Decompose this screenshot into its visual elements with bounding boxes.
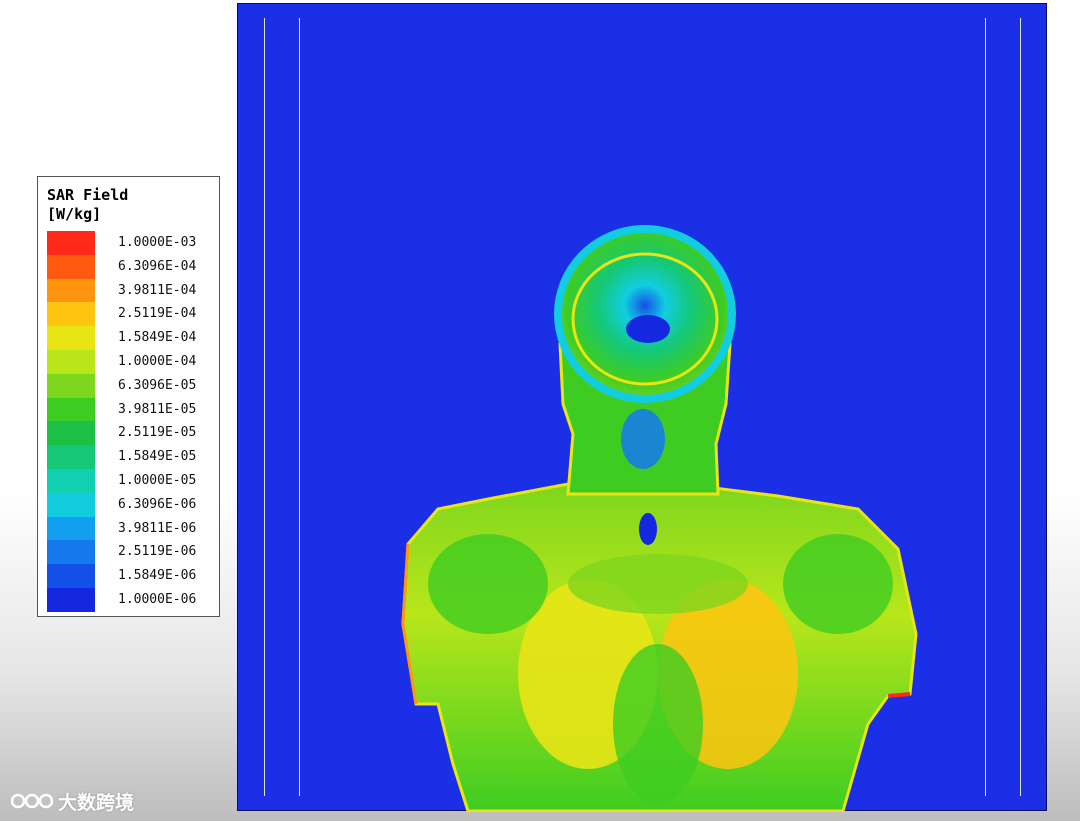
legend-label: 1.5849E-05: [118, 449, 197, 465]
trachea-region: [639, 513, 657, 545]
legend-label: 2.5119E-06: [118, 544, 197, 560]
legend-swatch: [47, 540, 95, 565]
legend-swatch: [47, 469, 95, 493]
legend-swatch: [47, 373, 95, 398]
legend-swatch: [47, 350, 95, 374]
legend-label: 1.0000E-03: [118, 235, 197, 250]
legend-swatch: [47, 254, 95, 279]
sar-field-legend: SAR Field [W/kg] 1.0000E-03 6.3096E-04 3.9…: [37, 176, 220, 617]
legend-label: 1.0000E-06: [118, 592, 197, 607]
watermark-logo-icon: [10, 793, 54, 809]
legend-title: SAR Field [W/kg]: [47, 186, 128, 224]
left-shoulder-region: [428, 534, 548, 634]
legend-label: 3.9811E-06: [118, 520, 197, 536]
legend-label: 3.9811E-05: [118, 401, 197, 417]
legend-title-line1: SAR Field: [47, 186, 129, 204]
brain-center-region: [626, 315, 670, 343]
human-body-sar-model[interactable]: [238, 4, 1048, 812]
legend-swatch: [47, 302, 95, 327]
legend-swatch: [47, 326, 95, 351]
legend-label: 1.5849E-06: [118, 568, 197, 584]
legend-label: 1.0000E-04: [118, 354, 197, 369]
collarbone-region: [568, 554, 748, 614]
legend-swatch: [47, 231, 95, 255]
legend-title-unit: [W/kg]: [47, 205, 102, 223]
watermark-text: 大数跨境: [58, 791, 135, 814]
legend-swatch: [47, 445, 95, 470]
simulation-viewport[interactable]: [237, 3, 1048, 812]
legend-label: 1.0000E-05: [118, 473, 197, 488]
airway-region: [621, 409, 665, 469]
legend-swatch: [47, 516, 95, 541]
legend-swatch: [47, 564, 95, 589]
chest-center-region: [613, 644, 703, 804]
legend-swatch: [47, 397, 95, 422]
legend-swatch: [47, 421, 95, 446]
legend-swatch: [47, 492, 95, 517]
watermark: 大数跨境: [10, 786, 134, 816]
legend-label: 1.5849E-04: [118, 330, 197, 346]
shoulder-edge-hotspot: [887, 692, 911, 698]
legend-label: 3.9811E-04: [118, 282, 197, 298]
legend-label: 2.5119E-04: [118, 306, 197, 322]
legend-label: 6.3096E-05: [118, 377, 197, 393]
legend-label: 6.3096E-04: [118, 258, 197, 274]
right-shoulder-region: [783, 534, 893, 634]
legend-swatch: [47, 278, 95, 303]
legend-label: 2.5119E-05: [118, 425, 197, 441]
legend-swatch: [47, 588, 95, 612]
legend-label: 6.3096E-06: [118, 496, 197, 512]
